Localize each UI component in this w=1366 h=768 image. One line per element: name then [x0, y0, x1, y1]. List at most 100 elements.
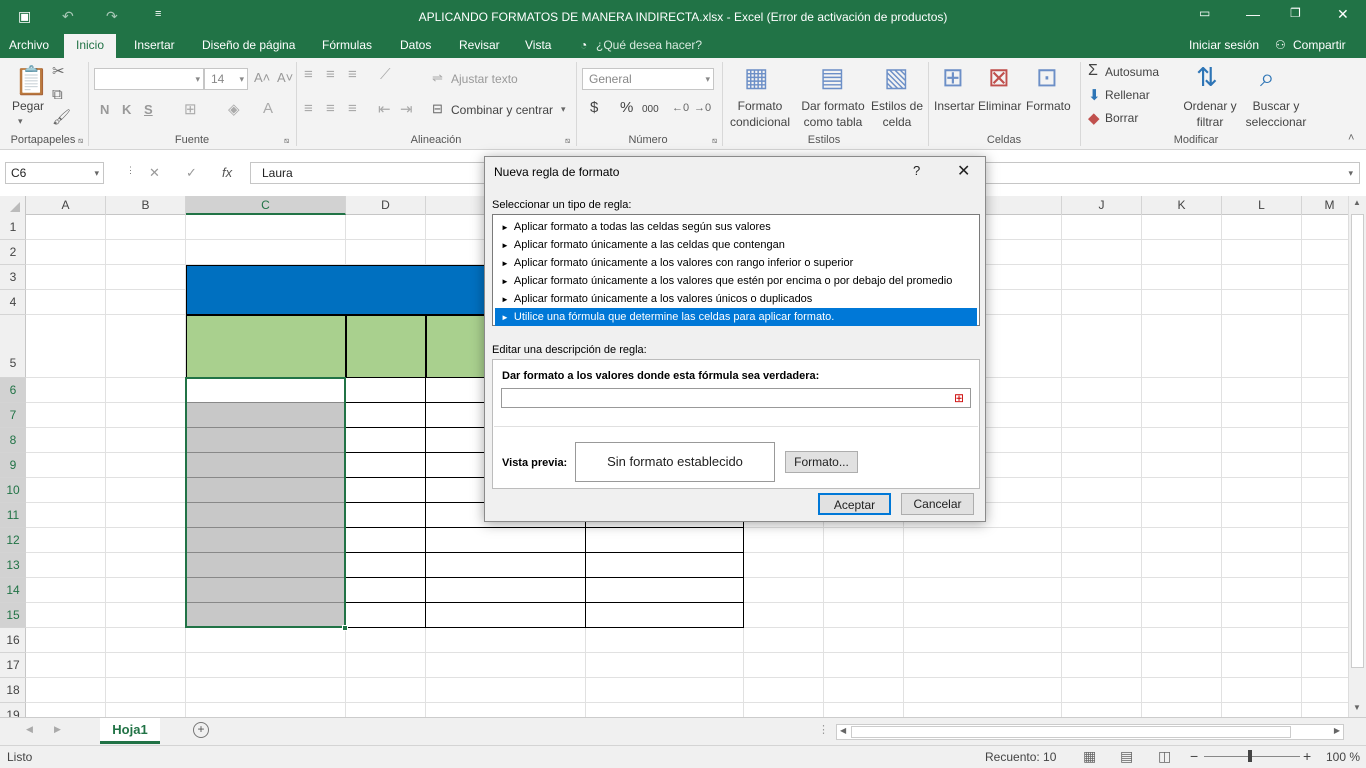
rule-type-list[interactable]: ► Aplicar formato a todas las celdas segú… — [492, 214, 980, 326]
tab-split-icon[interactable]: ⋮ — [818, 723, 829, 736]
ribbon-display-icon[interactable]: ▭ — [1199, 6, 1210, 20]
paste-button[interactable]: Pegar — [12, 98, 44, 114]
zoom-level[interactable]: 100 % — [1326, 750, 1360, 764]
row-header-3[interactable]: 3 — [0, 265, 26, 290]
tab-formulas[interactable]: Fórmulas — [322, 38, 372, 52]
row-header-1[interactable]: 1 — [0, 215, 26, 240]
format-cells-button[interactable]: Formato — [1026, 98, 1071, 114]
decrease-font-icon[interactable]: A˅ — [277, 70, 293, 85]
number-launcher-icon[interactable]: ⧅ — [712, 136, 717, 146]
rule-type-item[interactable]: ► Aplicar formato únicamente a los valore… — [495, 254, 977, 272]
row-header-19[interactable]: 19 — [0, 703, 26, 717]
cell-edad[interactable] — [346, 378, 426, 403]
cell-ciudad[interactable] — [426, 578, 586, 603]
currency-button[interactable]: $ — [590, 100, 598, 116]
normal-view-icon[interactable]: ▦ — [1083, 748, 1096, 765]
insert-function-icon[interactable]: fx — [222, 165, 232, 180]
alignment-launcher-icon[interactable]: ⧅ — [565, 136, 570, 146]
tab-datos[interactable]: Datos — [400, 38, 431, 52]
rule-type-item[interactable]: ► Aplicar formato únicamente a los valore… — [495, 290, 977, 308]
delete-cells-button[interactable]: Eliminar — [978, 98, 1021, 114]
confirm-entry-icon[interactable]: ✓ — [186, 165, 197, 181]
collapse-dialog-icon[interactable]: ⊞ — [950, 390, 968, 406]
tab-vista[interactable]: Vista — [525, 38, 551, 52]
clipboard-launcher-icon[interactable]: ⧅ — [78, 136, 83, 146]
increase-font-icon[interactable]: A˄ — [254, 70, 270, 85]
column-header-b[interactable]: B — [106, 196, 186, 215]
column-header-j[interactable]: J — [1062, 196, 1142, 215]
tab-archivo[interactable]: Archivo — [9, 38, 49, 52]
row-header-5[interactable]: 5 — [0, 315, 26, 378]
tab-diseno-pagina[interactable]: Diseño de página — [202, 38, 295, 52]
cell-styles-label-1[interactable]: Estilos de — [870, 98, 924, 114]
name-box[interactable]: C6 ▾ — [5, 162, 104, 184]
row-header-16[interactable]: 16 — [0, 628, 26, 653]
align-left-icon[interactable]: ≡ — [304, 100, 313, 117]
font-size-box[interactable]: 14 ▾ — [204, 68, 248, 90]
sort-filter-label-1[interactable]: Ordenar y — [1182, 98, 1238, 114]
cell-sueldo[interactable] — [586, 603, 744, 628]
font-color-icon[interactable]: A — [263, 100, 273, 117]
collapse-ribbon-icon[interactable]: ˄ — [1348, 132, 1354, 144]
cell-edad[interactable] — [346, 428, 426, 453]
align-right-icon[interactable]: ≡ — [348, 100, 357, 117]
tab-inicio[interactable]: Inicio — [64, 34, 116, 58]
autosum-button[interactable]: Autosuma — [1105, 64, 1159, 80]
sort-filter-label-2[interactable]: filtrar — [1186, 114, 1234, 130]
row-header-18[interactable]: 18 — [0, 678, 26, 703]
rule-type-item[interactable]: ► Aplicar formato únicamente a las celdas… — [495, 236, 977, 254]
cell-sueldo[interactable] — [586, 578, 744, 603]
cancel-entry-icon[interactable]: ✕ — [149, 165, 160, 181]
align-bottom-icon[interactable]: ≡ — [348, 66, 357, 83]
number-format-box[interactable]: General ▾ — [582, 68, 714, 90]
close-icon[interactable]: ✕ — [1337, 6, 1349, 23]
row-header-8[interactable]: 8 — [0, 428, 26, 453]
column-header-k[interactable]: K — [1142, 196, 1222, 215]
table-header-nombre[interactable] — [186, 315, 346, 378]
column-header-a[interactable]: A — [26, 196, 106, 215]
scroll-left-icon[interactable]: ◀ — [840, 726, 846, 735]
cell-sueldo[interactable] — [586, 528, 744, 553]
conditional-format-label-1[interactable]: Formato — [728, 98, 792, 114]
minimize-icon[interactable]: — — [1246, 6, 1260, 22]
paste-dropdown-icon[interactable]: ▾ — [18, 116, 23, 127]
align-center-icon[interactable]: ≡ — [326, 100, 335, 117]
fill-button[interactable]: Rellenar — [1105, 87, 1150, 103]
cell-edad[interactable] — [346, 453, 426, 478]
cell-ciudad[interactable] — [426, 553, 586, 578]
rule-type-item[interactable]: ► Utilice una fórmula que determine las c… — [495, 308, 977, 326]
rule-type-item[interactable]: ► Aplicar formato a todas las celdas segú… — [495, 218, 977, 236]
dialog-close-icon[interactable]: ✕ — [957, 161, 970, 181]
horizontal-scroll-thumb[interactable] — [851, 726, 1291, 738]
horizontal-scrollbar[interactable]: ◀ ▶ — [836, 724, 1344, 740]
tab-revisar[interactable]: Revisar — [459, 38, 500, 52]
clear-button[interactable]: Borrar — [1105, 110, 1138, 126]
font-name-box[interactable]: ▾ — [94, 68, 204, 90]
vertical-scrollbar[interactable]: ▲ ▼ — [1348, 196, 1366, 717]
percent-button[interactable]: % — [620, 100, 633, 116]
decrease-decimal-icon[interactable]: →0 — [694, 102, 711, 114]
insert-cells-button[interactable]: Insertar — [934, 98, 975, 114]
cell-ciudad[interactable] — [426, 528, 586, 553]
row-header-10[interactable]: 10 — [0, 478, 26, 503]
zoom-slider[interactable] — [1204, 756, 1300, 757]
column-header-c[interactable]: C — [186, 196, 346, 215]
merge-dropdown-icon[interactable]: ▾ — [561, 104, 566, 115]
merge-center-button[interactable]: Combinar y centrar — [451, 102, 553, 118]
format-table-label-1[interactable]: Dar formato — [800, 98, 866, 114]
dialog-help-icon[interactable]: ? — [913, 163, 920, 178]
zoom-slider-thumb[interactable] — [1248, 750, 1252, 762]
rule-type-item[interactable]: ► Aplicar formato únicamente a los valore… — [495, 272, 977, 290]
cancel-button[interactable]: Cancelar — [901, 493, 974, 515]
decrease-indent-icon[interactable]: ⇤ — [378, 100, 391, 118]
borders-icon[interactable]: ⊞ — [184, 100, 197, 118]
row-header-15[interactable]: 15 — [0, 603, 26, 628]
sheet-tab-hoja1[interactable]: Hoja1 — [100, 718, 160, 744]
restore-icon[interactable]: ❐ — [1290, 6, 1301, 20]
format-button[interactable]: Formato... — [785, 451, 858, 473]
fill-color-icon[interactable]: ◈ — [228, 100, 240, 118]
conditional-format-label-2[interactable]: condicional — [724, 114, 796, 130]
row-header-4[interactable]: 4 — [0, 290, 26, 315]
cell-ciudad[interactable] — [426, 603, 586, 628]
next-sheet-icon[interactable]: ▶ — [54, 724, 61, 735]
